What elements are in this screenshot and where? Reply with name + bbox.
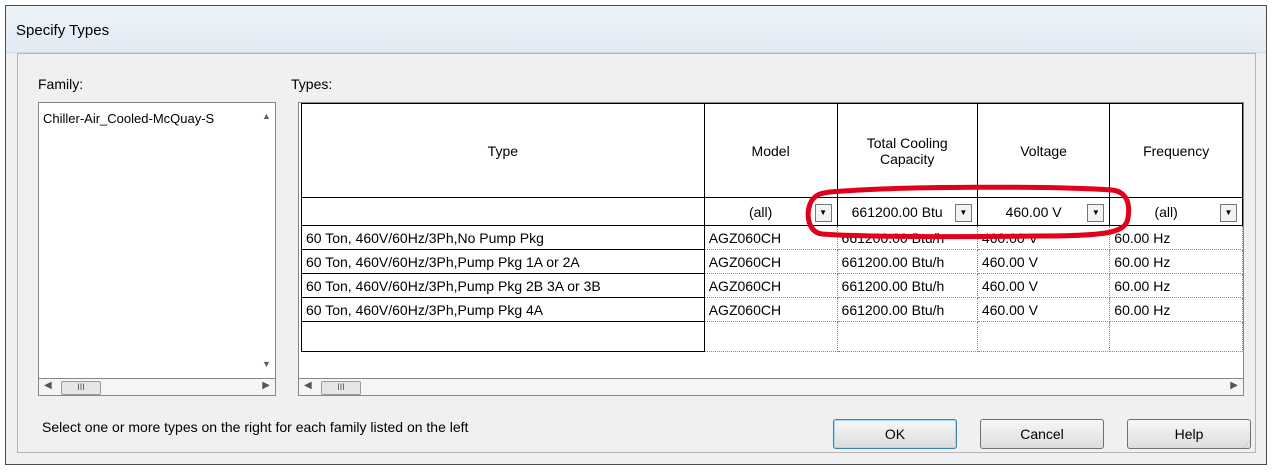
chevron-down-icon[interactable]: ▼ [814, 203, 832, 222]
column-header-type[interactable]: Type [301, 103, 705, 198]
filter-row: (all) ▼ 661200.00 Btu ▼ 460.00 V ▼ (all) ▼ [301, 197, 1243, 226]
cell-model[interactable]: AGZ060CH [703, 249, 838, 274]
scroll-up-icon[interactable]: ▲ [262, 111, 271, 121]
cell-capacity[interactable] [836, 321, 978, 352]
family-label: Family: [38, 76, 84, 92]
scroll-left-icon[interactable]: ◀ [304, 380, 312, 391]
column-header-total-cooling-capacity[interactable]: Total Cooling Capacity [836, 103, 978, 198]
cell-frequency[interactable]: 60.00 Hz [1109, 225, 1243, 250]
filter-cell-type [301, 197, 705, 226]
title-bar: Specify Types [6, 6, 1266, 53]
ok-button[interactable]: OK [833, 419, 957, 449]
family-horizontal-scrollbar[interactable]: ◀ III ▶ [38, 378, 276, 396]
header-row: Type Model Total Cooling Capacity Voltag… [301, 103, 1243, 198]
chevron-down-icon[interactable]: ▼ [954, 203, 972, 222]
filter-model-value: (all) [748, 203, 773, 220]
family-list[interactable]: Chiller-Air_Cooled-McQuay-S ▲ ▼ [38, 102, 276, 390]
cell-voltage[interactable] [976, 321, 1111, 352]
cell-voltage[interactable]: 460.00 V [976, 273, 1111, 298]
cell-capacity[interactable]: 661200.00 Btu/h [836, 297, 978, 322]
window-title: Specify Types [16, 22, 110, 39]
resize-grip-icon[interactable]: ⋰ [1243, 440, 1251, 449]
cell-capacity[interactable]: 661200.00 Btu/h [836, 225, 978, 250]
cell-type[interactable]: 60 Ton, 460V/60Hz/3Ph,No Pump Pkg [301, 225, 705, 250]
table-row[interactable]: 60 Ton, 460V/60Hz/3Ph,Pump Pkg 2B 3A or … [301, 273, 1243, 298]
family-list-item[interactable]: Chiller-Air_Cooled-McQuay-S [43, 111, 248, 126]
cell-model[interactable]: AGZ060CH [703, 225, 838, 250]
cell-frequency[interactable]: 60.00 Hz [1109, 273, 1243, 298]
filter-capacity-value: 661200.00 Btu [851, 203, 943, 220]
dialog-body: Family: Types: Chiller-Air_Cooled-McQuay… [17, 53, 1256, 453]
scroll-right-icon[interactable]: ▶ [262, 380, 270, 391]
scroll-thumb[interactable]: III [321, 381, 361, 395]
filter-frequency-value: (all) [1154, 203, 1178, 220]
scroll-thumb[interactable]: III [61, 381, 101, 395]
table-row-empty[interactable] [301, 321, 1243, 352]
cell-type[interactable]: 60 Ton, 460V/60Hz/3Ph,Pump Pkg 4A [301, 297, 705, 322]
cell-model[interactable]: AGZ060CH [703, 273, 838, 298]
table-row[interactable]: 60 Ton, 460V/60Hz/3Ph,Pump Pkg 4A AGZ060… [301, 297, 1243, 322]
cell-capacity[interactable]: 661200.00 Btu/h [836, 273, 978, 298]
types-horizontal-scrollbar[interactable]: ◀ III ▶ [298, 378, 1244, 396]
table-row[interactable]: 60 Ton, 460V/60Hz/3Ph,No Pump Pkg AGZ060… [301, 225, 1243, 250]
scroll-right-icon[interactable]: ▶ [1230, 380, 1238, 391]
chevron-down-icon[interactable]: ▼ [1087, 203, 1105, 222]
cell-voltage[interactable]: 460.00 V [976, 249, 1111, 274]
cell-frequency[interactable]: 60.00 Hz [1109, 297, 1243, 322]
cell-model[interactable] [703, 321, 838, 352]
table-row[interactable]: 60 Ton, 460V/60Hz/3Ph,Pump Pkg 1A or 2A … [301, 249, 1243, 274]
column-header-voltage[interactable]: Voltage [976, 103, 1111, 198]
cell-model[interactable]: AGZ060CH [703, 297, 838, 322]
types-grid: Type Model Total Cooling Capacity Voltag… [298, 102, 1244, 390]
scroll-down-icon[interactable]: ▼ [262, 359, 271, 369]
cell-capacity[interactable]: 661200.00 Btu/h [836, 249, 978, 274]
filter-voltage-value: 460.00 V [1005, 203, 1062, 220]
cell-type[interactable] [301, 321, 705, 352]
column-header-model[interactable]: Model [703, 103, 838, 198]
cancel-button[interactable]: Cancel [980, 419, 1104, 449]
filter-frequency[interactable]: (all) ▼ [1109, 197, 1243, 226]
cell-frequency[interactable]: 60.00 Hz [1109, 249, 1243, 274]
cell-voltage[interactable]: 460.00 V [976, 225, 1111, 250]
chevron-down-icon[interactable]: ▼ [1220, 203, 1237, 222]
column-header-frequency[interactable]: Frequency [1109, 103, 1243, 198]
types-table: Type Model Total Cooling Capacity Voltag… [301, 103, 1243, 352]
cell-type[interactable]: 60 Ton, 460V/60Hz/3Ph,Pump Pkg 2B 3A or … [301, 273, 705, 298]
filter-total-cooling-capacity[interactable]: 661200.00 Btu ▼ [836, 197, 978, 226]
cell-voltage[interactable]: 460.00 V [976, 297, 1111, 322]
family-vertical-scrollbar[interactable]: ▲ ▼ [258, 103, 275, 389]
scroll-left-icon[interactable]: ◀ [44, 380, 52, 391]
help-button[interactable]: Help [1127, 419, 1251, 449]
cell-type[interactable]: 60 Ton, 460V/60Hz/3Ph,Pump Pkg 1A or 2A [301, 249, 705, 274]
specify-types-dialog: Specify Types Family: Types: Chiller-Air… [5, 5, 1267, 465]
status-text: Select one or more types on the right fo… [42, 419, 469, 435]
types-label: Types: [291, 76, 333, 92]
cell-frequency[interactable] [1109, 321, 1243, 352]
filter-voltage[interactable]: 460.00 V ▼ [976, 197, 1111, 226]
filter-model[interactable]: (all) ▼ [703, 197, 838, 226]
